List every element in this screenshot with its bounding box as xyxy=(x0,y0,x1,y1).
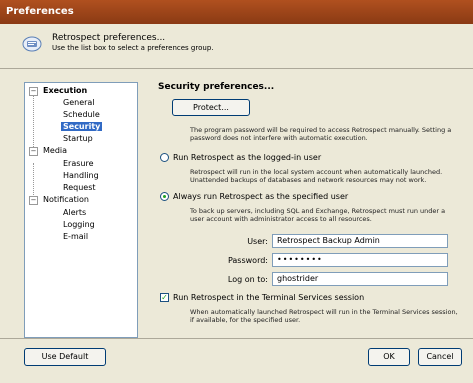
title-bar: Preferences xyxy=(0,0,473,24)
specified-user-label: Always run Retrospect as the specified u… xyxy=(173,192,349,201)
collapse-media-icon[interactable]: − xyxy=(29,147,38,156)
terminal-services-description: When automatically launched Retrospect w… xyxy=(190,308,458,324)
cancel-button[interactable]: Cancel xyxy=(418,348,462,366)
logged-in-radio[interactable] xyxy=(160,153,169,162)
tree-item-request[interactable]: Request xyxy=(63,183,96,192)
tree-item-logging[interactable]: Logging xyxy=(63,220,95,229)
logged-in-description: Retrospect will run in the local system … xyxy=(190,168,443,184)
logged-in-label: Run Retrospect as the logged-in user xyxy=(173,153,322,162)
tree-item-startup[interactable]: Startup xyxy=(63,134,93,143)
preferences-window: Preferences Retrospect preferences... Us… xyxy=(0,0,473,383)
tree-item-general[interactable]: General xyxy=(63,98,95,107)
terminal-services-checkbox[interactable]: ✓ xyxy=(160,293,169,302)
tree-line xyxy=(33,93,34,155)
tree-item-security[interactable]: Security xyxy=(61,122,103,131)
collapse-execution-icon[interactable]: − xyxy=(29,87,38,96)
specified-user-option[interactable]: Always run Retrospect as the specified u… xyxy=(160,192,348,201)
tree-group-media[interactable]: Media xyxy=(43,146,67,155)
password-field[interactable]: •••••••• xyxy=(272,253,448,267)
protect-description: The program password will be required to… xyxy=(190,126,452,142)
logon-label: Log on to: xyxy=(227,275,268,284)
terminal-services-label: Run Retrospect in the Terminal Services … xyxy=(173,293,365,302)
password-label: Password: xyxy=(227,256,268,265)
specified-user-radio[interactable] xyxy=(160,192,169,201)
protect-button[interactable]: Protect... xyxy=(172,99,250,116)
use-default-button[interactable]: Use Default xyxy=(24,348,106,366)
user-field[interactable]: Retrospect Backup Admin xyxy=(272,234,448,248)
preferences-tree[interactable]: − Execution General Schedule Security St… xyxy=(24,82,138,338)
header: Retrospect preferences... Use the list b… xyxy=(0,24,473,69)
tree-item-handling[interactable]: Handling xyxy=(63,171,99,180)
logged-in-option[interactable]: Run Retrospect as the logged-in user xyxy=(160,153,321,162)
specified-user-description: To back up servers, including SQL and Ex… xyxy=(190,207,446,223)
logon-field[interactable]: ghostrider xyxy=(272,272,448,286)
tree-item-erasure[interactable]: Erasure xyxy=(63,159,94,168)
tree-item-alerts[interactable]: Alerts xyxy=(63,208,86,217)
header-subtitle: Use the list box to select a preferences… xyxy=(52,44,214,52)
tree-group-notification[interactable]: Notification xyxy=(43,195,89,204)
header-title: Retrospect preferences... xyxy=(52,33,166,43)
tree-item-schedule[interactable]: Schedule xyxy=(63,110,100,119)
tree-item-email[interactable]: E-mail xyxy=(63,232,88,241)
panel-heading: Security preferences... xyxy=(158,82,275,92)
terminal-services-option[interactable]: ✓ Run Retrospect in the Terminal Service… xyxy=(160,293,364,302)
tree-group-execution[interactable]: Execution xyxy=(43,86,87,95)
window-title: Preferences xyxy=(6,6,74,17)
collapse-notification-icon[interactable]: − xyxy=(29,196,38,205)
preferences-icon xyxy=(22,36,42,52)
user-label: User: xyxy=(247,237,268,246)
ok-button[interactable]: OK xyxy=(368,348,410,366)
footer-divider xyxy=(0,338,473,339)
